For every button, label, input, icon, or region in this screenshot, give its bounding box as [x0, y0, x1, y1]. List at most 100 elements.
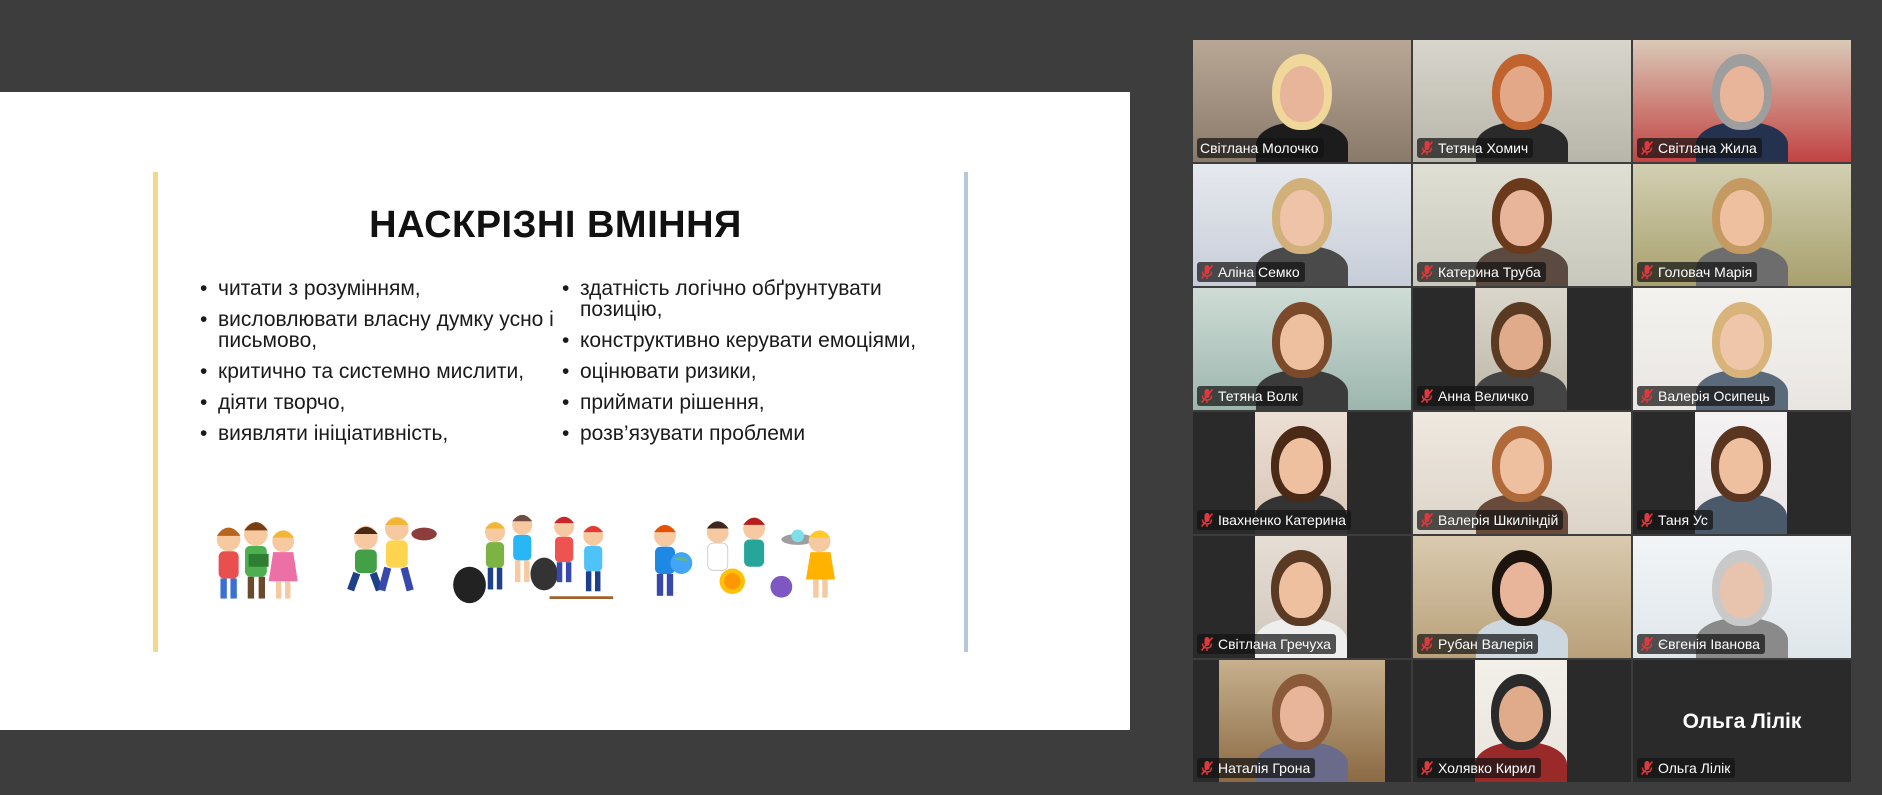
participant-name-tag: Анна Величко — [1417, 386, 1534, 406]
participant-name-tag: Наталія Грона — [1197, 758, 1316, 778]
participant-name-tag: Холявко Кирил — [1417, 758, 1541, 778]
participant-name-tag: Світлана Жила — [1637, 138, 1762, 158]
participant-tile[interactable]: Анна Величко — [1413, 288, 1631, 410]
participant-tile[interactable]: Світлана Жила — [1633, 40, 1851, 162]
muted-mic-icon — [1200, 636, 1214, 652]
participant-face — [1280, 190, 1324, 246]
participant-name-tag: Ольга Лілік — [1637, 758, 1736, 778]
participant-tile[interactable]: Аліна Семко — [1193, 164, 1411, 286]
participant-name-tag: Таня Ус — [1637, 510, 1713, 530]
participant-face — [1500, 438, 1544, 494]
participant-tile[interactable]: Івахненко Катерина — [1193, 412, 1411, 534]
participant-face — [1720, 562, 1764, 618]
participant-display-name: Ольга Лілік — [1682, 710, 1802, 733]
participant-face — [1500, 190, 1544, 246]
participant-tile[interactable]: Валерія Осипець — [1633, 288, 1851, 410]
participant-name: Катерина Труба — [1438, 264, 1541, 280]
participant-tile[interactable]: Рубан Валерія — [1413, 536, 1631, 658]
participant-face — [1720, 66, 1764, 122]
muted-mic-icon — [1640, 140, 1654, 156]
participant-tile[interactable]: Валерія Шкиліндій — [1413, 412, 1631, 534]
participant-name-tag: Катерина Труба — [1417, 262, 1546, 282]
participant-name: Євгенія Іванова — [1658, 636, 1760, 652]
bullet-item: оцінювати ризики, — [562, 361, 962, 382]
left-bullet-list: читати з розумінням, висловлювати власну… — [200, 278, 560, 454]
participant-name: Валерія Шкиліндій — [1438, 512, 1559, 528]
participant-tile[interactable]: Наталія Грона — [1193, 660, 1411, 782]
participant-tile[interactable]: Головач Марія — [1633, 164, 1851, 286]
participant-name: Рубан Валерія — [1438, 636, 1534, 652]
participant-name-tag: Валерія Осипець — [1637, 386, 1775, 406]
bullet-item: читати з розумінням, — [200, 278, 560, 299]
participant-tile[interactable]: Світлана Гречуха — [1193, 536, 1411, 658]
participant-name-tag: Головач Марія — [1637, 262, 1758, 282]
zoom-meeting-window: НАСКРІЗНІ ВМІННЯ читати з розумінням, ви… — [0, 0, 1882, 795]
muted-mic-icon — [1640, 760, 1654, 776]
muted-mic-icon — [1420, 760, 1434, 776]
bullet-item: виявляти ініціативність, — [200, 423, 560, 444]
participant-name-tag: Світлана Молочко — [1197, 138, 1324, 158]
participant-tile[interactable]: Тетяна Волк — [1193, 288, 1411, 410]
muted-mic-icon — [1200, 264, 1214, 280]
participant-tile[interactable]: Світлана Молочко — [1193, 40, 1411, 162]
participant-name: Світлана Гречуха — [1218, 636, 1331, 652]
participant-name-tag: Валерія Шкиліндій — [1417, 510, 1564, 530]
participant-name: Наталія Грона — [1218, 760, 1311, 776]
participant-face — [1279, 562, 1323, 618]
muted-mic-icon — [1200, 512, 1214, 528]
children-group-science — [654, 517, 835, 598]
participant-tile[interactable]: Холявко Кирил — [1413, 660, 1631, 782]
participant-name-tag: Аліна Семко — [1197, 262, 1305, 282]
participant-name-tag: Світлана Гречуха — [1197, 634, 1336, 654]
participant-name: Світлана Молочко — [1200, 140, 1319, 156]
participant-name: Холявко Кирил — [1438, 760, 1536, 776]
bullet-item: приймати рішення, — [562, 392, 962, 413]
participant-name: Світлана Жила — [1658, 140, 1757, 156]
participant-face — [1279, 438, 1323, 494]
muted-mic-icon — [1420, 264, 1434, 280]
participant-face — [1499, 314, 1543, 370]
participant-face — [1499, 686, 1543, 742]
muted-mic-icon — [1420, 140, 1434, 156]
shared-screen-slide: НАСКРІЗНІ ВМІННЯ читати з розумінням, ви… — [0, 92, 1130, 730]
muted-mic-icon — [1200, 388, 1214, 404]
participant-tile[interactable]: Ольга Лілік Ольга Лілік — [1633, 660, 1851, 782]
participant-name-tag: Євгенія Іванова — [1637, 634, 1765, 654]
bullet-item: діяти творчо, — [200, 392, 560, 413]
children-group-cleanup — [453, 514, 614, 604]
participant-face — [1720, 190, 1764, 246]
muted-mic-icon — [1640, 636, 1654, 652]
participant-name: Івахненко Катерина — [1218, 512, 1346, 528]
participant-name: Аліна Семко — [1218, 264, 1300, 280]
participant-name: Валерія Осипець — [1658, 388, 1770, 404]
participant-name: Тетяна Хомич — [1438, 140, 1529, 156]
muted-mic-icon — [1640, 512, 1654, 528]
participant-face — [1500, 562, 1544, 618]
participant-face — [1720, 314, 1764, 370]
bullet-item: конструктивно керувати емоціями, — [562, 330, 962, 351]
muted-mic-icon — [1420, 512, 1434, 528]
participant-tile[interactable]: Тетяна Хомич — [1413, 40, 1631, 162]
bullet-item: здатність логічно обґрунтувати позицію, — [562, 278, 962, 320]
participant-tile[interactable]: Таня Ус — [1633, 412, 1851, 534]
muted-mic-icon — [1200, 760, 1214, 776]
muted-mic-icon — [1640, 388, 1654, 404]
participant-tile[interactable]: Євгенія Іванова — [1633, 536, 1851, 658]
participant-face — [1280, 314, 1324, 370]
bullet-item: розв’язувати проблеми — [562, 423, 962, 444]
participant-name: Таня Ус — [1658, 512, 1708, 528]
participant-gallery: Світлана Молочко Тетяна Хомич Світлана Жил… — [1193, 40, 1855, 783]
children-group-running — [347, 516, 437, 592]
participant-face — [1280, 66, 1324, 122]
participant-name-tag: Рубан Валерія — [1417, 634, 1539, 654]
muted-mic-icon — [1640, 264, 1654, 280]
participant-name: Анна Величко — [1438, 388, 1529, 404]
bullet-item: критично та системно мислити, — [200, 361, 560, 382]
muted-mic-icon — [1420, 388, 1434, 404]
participant-tile[interactable]: Катерина Труба — [1413, 164, 1631, 286]
muted-mic-icon — [1420, 636, 1434, 652]
slide-right-accent-bar — [964, 172, 968, 652]
participant-face — [1280, 686, 1324, 742]
slide-title: НАСКРІЗНІ ВМІННЯ — [369, 204, 742, 246]
slide-left-accent-bar — [153, 172, 158, 652]
